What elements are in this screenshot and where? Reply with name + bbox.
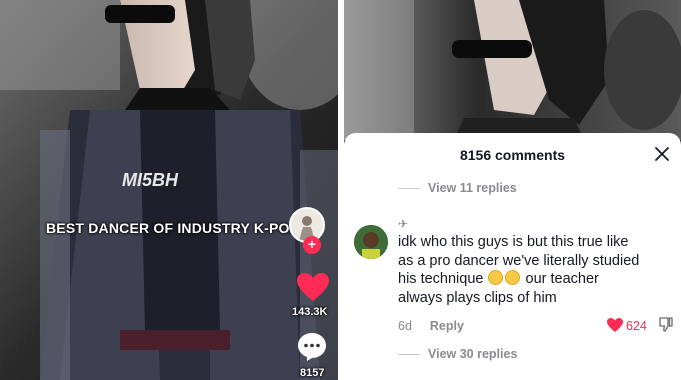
comment-bubble-icon[interactable] (295, 330, 329, 364)
likes-count: 143.3K (292, 306, 328, 318)
comments-sheet: 8156 comments View 11 replies ✈ idk who … (344, 133, 681, 380)
crying-face-emoji-icon (505, 270, 521, 285)
comment-line-part: our teacher (525, 271, 599, 287)
comment-meta: 6d Reply (398, 319, 464, 333)
reply-button[interactable]: Reply (430, 319, 464, 333)
username-plane-icon[interactable]: ✈ (398, 217, 408, 231)
comment-line: always plays clips of him (398, 289, 557, 306)
replies-divider (398, 354, 420, 356)
video-frame-image: MI5BH (0, 0, 338, 380)
left-video-panel: MI5BH BEST DANCER OF INDUSTRY K-POP + 14… (0, 0, 338, 380)
commenter-avatar[interactable] (354, 225, 388, 259)
comment-text: idk who this guys is but this true like … (398, 233, 676, 307)
comment-line: his technique our teacher (398, 270, 676, 289)
crying-face-emoji-icon (488, 270, 504, 285)
dislike-icon[interactable] (658, 316, 674, 333)
comment-line-part: his technique (398, 271, 484, 287)
comments-count: 8157 (300, 367, 325, 379)
view-replies-link[interactable]: View 30 replies (398, 347, 517, 361)
video-frame-image (344, 0, 681, 140)
avatar-image (354, 225, 388, 259)
right-comments-panel: 8156 comments View 11 replies ✈ idk who … (344, 0, 681, 380)
replies-divider (398, 188, 420, 190)
video-caption: BEST DANCER OF INDUSTRY K-POP (46, 220, 300, 236)
svg-text:MI5BH: MI5BH (122, 170, 179, 190)
view-replies-label: View 11 replies (428, 181, 517, 195)
comment-line: as a pro dancer we've literally studied (398, 252, 640, 269)
comments-count-title: 8156 comments (459, 147, 566, 163)
comment-like-heart-icon[interactable] (606, 317, 624, 333)
comment-line: idk who this guys is but this true like (398, 234, 629, 250)
view-replies-link[interactable]: View 11 replies (398, 181, 517, 195)
comment-like-count: 624 (626, 319, 647, 333)
comment-age: 6d (398, 319, 412, 333)
close-icon[interactable] (651, 143, 673, 165)
follow-plus-button[interactable]: + (303, 236, 321, 254)
view-replies-label: View 30 replies (428, 347, 518, 361)
like-heart-icon[interactable] (296, 272, 330, 302)
